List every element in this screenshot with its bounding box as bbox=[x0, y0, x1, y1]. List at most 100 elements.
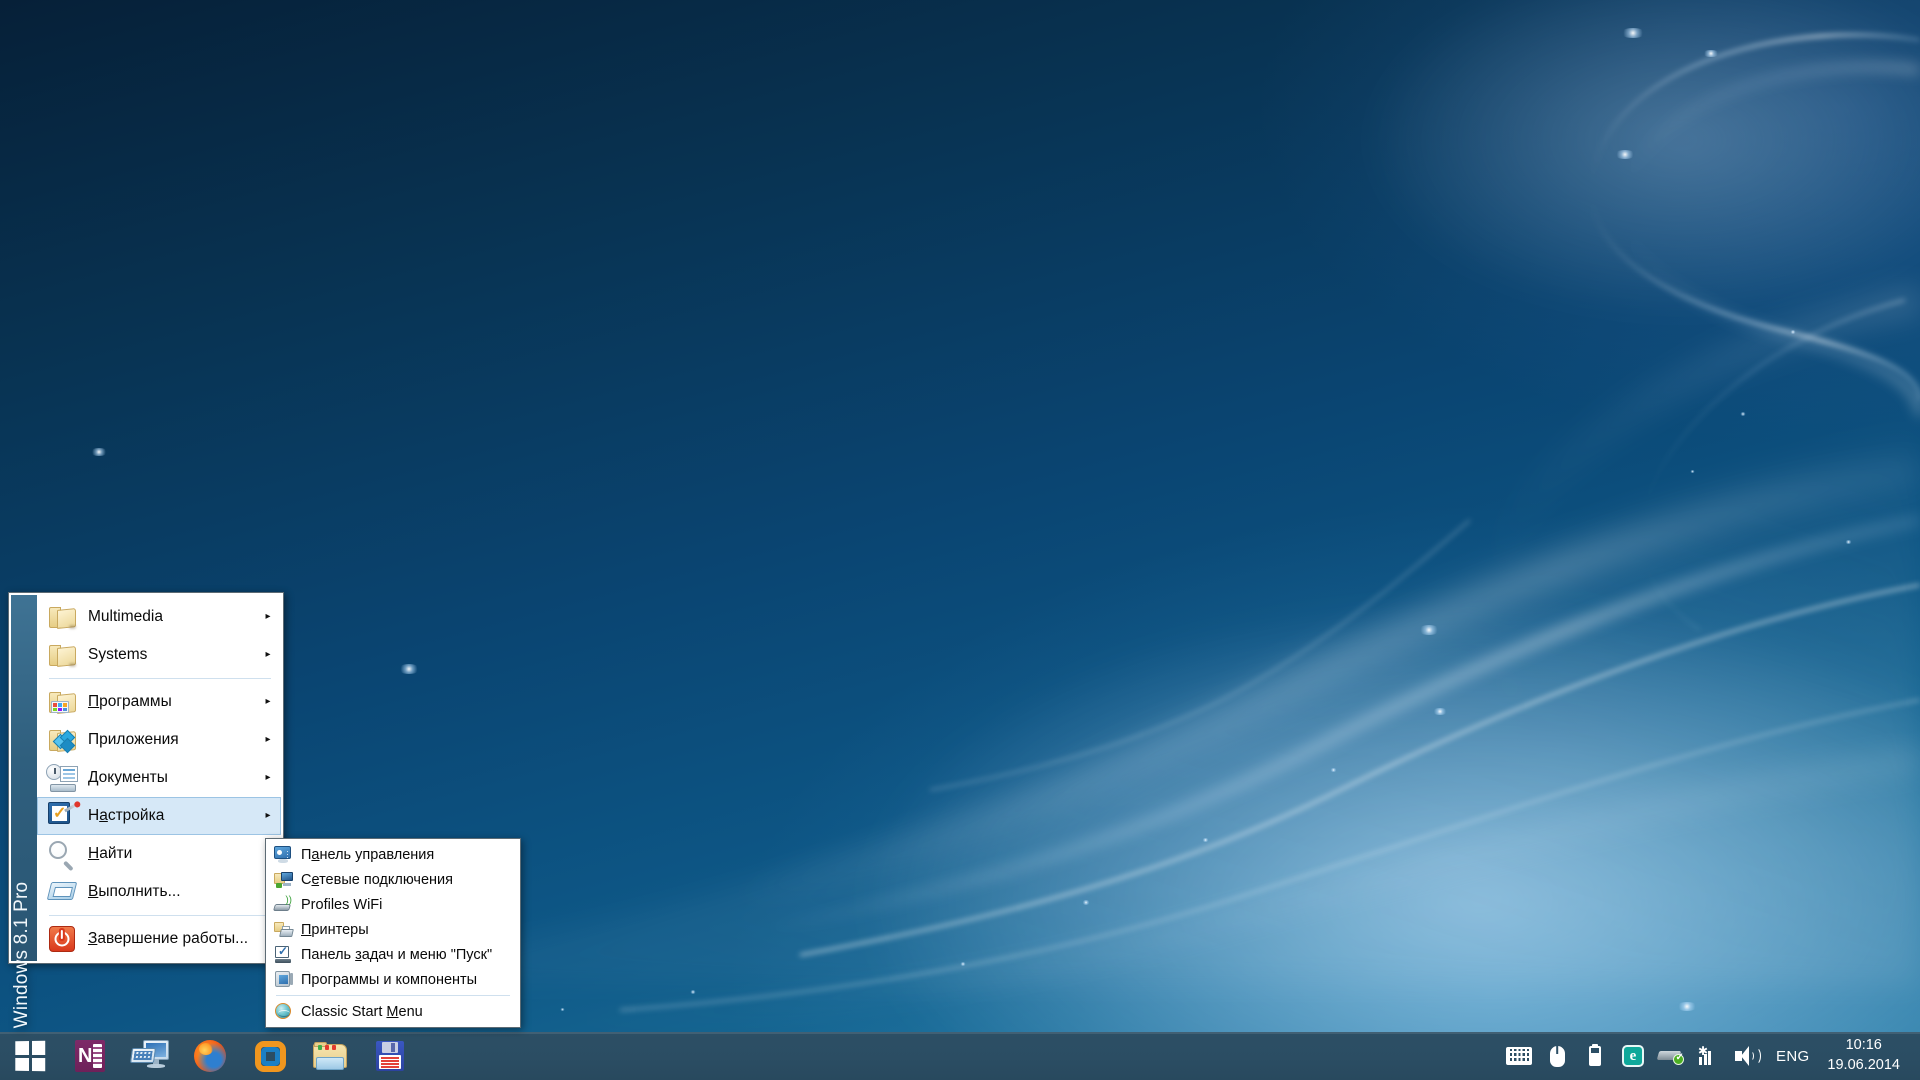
menu-separator bbox=[49, 915, 271, 916]
sparkle bbox=[1845, 540, 1852, 544]
sparkle bbox=[560, 1008, 565, 1011]
submenu-item-programs-features[interactable]: Программы и компоненты bbox=[268, 967, 518, 992]
sparkle bbox=[1790, 330, 1796, 334]
start-menu-item-systems[interactable]: Systems ▸ bbox=[37, 636, 281, 674]
sparkle bbox=[90, 448, 108, 456]
system-tray: e ✱ ENG 10:16 19.06.2014 bbox=[1500, 1032, 1920, 1080]
classic-start-menu[interactable]: Windows 8.1 Pro Multimedia ▸ Systems ▸ П… bbox=[8, 592, 284, 1028]
keyboard-icon bbox=[1506, 1047, 1533, 1065]
sparkle bbox=[690, 990, 696, 994]
sparkle bbox=[960, 962, 966, 966]
volume-icon bbox=[1735, 1046, 1762, 1066]
submenu-arrow-icon: ▸ bbox=[265, 696, 271, 707]
sparkle bbox=[398, 664, 420, 674]
usb-tray-button[interactable] bbox=[1652, 1032, 1690, 1080]
menu-separator bbox=[49, 678, 271, 679]
power-shutdown-icon bbox=[46, 923, 78, 955]
start-menu-item-label: Найти bbox=[88, 845, 133, 862]
mouse-tray-button[interactable] bbox=[1538, 1032, 1576, 1080]
search-magnifier-icon bbox=[46, 838, 78, 871]
language-indicator[interactable]: ENG bbox=[1766, 1048, 1819, 1065]
signal-strength-icon: ✱ bbox=[1698, 1045, 1719, 1065]
start-menu-item-label: Завершение работы... bbox=[88, 930, 249, 947]
save-button[interactable] bbox=[360, 1032, 420, 1080]
submenu-item-label: Profiles WiFi bbox=[301, 896, 383, 913]
sparkle bbox=[1690, 470, 1695, 473]
run-dialog-icon bbox=[46, 876, 78, 908]
submenu-item-label: Classic Start Menu bbox=[301, 1003, 423, 1020]
sparkle bbox=[1702, 50, 1720, 57]
settings-submenu[interactable]: Панель управления Сетевые подключения ))… bbox=[265, 838, 521, 1028]
firefox-icon bbox=[194, 1040, 226, 1072]
start-menu-item-apps[interactable]: Приложения ▸ bbox=[37, 721, 281, 759]
usb-device-icon bbox=[1656, 1047, 1685, 1065]
submenu-item-control-panel[interactable]: Панель управления bbox=[268, 842, 518, 867]
start-menu-sidebar: Windows 8.1 Pro bbox=[11, 595, 37, 1028]
mouse-icon bbox=[1549, 1045, 1565, 1067]
folder-icon bbox=[46, 601, 78, 633]
submenu-item-printers[interactable]: Принтеры bbox=[268, 917, 518, 942]
submenu-arrow-icon: ▸ bbox=[265, 772, 271, 783]
start-menu-item-run[interactable]: Выполнить... bbox=[37, 873, 281, 911]
submenu-item-label: Панель задач и меню "Пуск" bbox=[301, 946, 493, 963]
remote-desktop-button[interactable] bbox=[120, 1032, 180, 1080]
eset-tray-button[interactable]: e bbox=[1614, 1032, 1652, 1080]
network-connections-icon bbox=[274, 870, 293, 889]
explorer-button[interactable] bbox=[300, 1032, 360, 1080]
battery-tray-button[interactable] bbox=[1576, 1032, 1614, 1080]
start-button[interactable] bbox=[0, 1032, 60, 1080]
start-menu-item-find[interactable]: Найти ▸ bbox=[37, 835, 281, 873]
clock-time: 10:16 bbox=[1845, 1037, 1882, 1054]
start-menu-item-programs[interactable]: Программы ▸ bbox=[37, 683, 281, 721]
folder-icon bbox=[46, 639, 78, 671]
wifi-profiles-icon: )) bbox=[272, 895, 293, 914]
start-menu-item-settings[interactable]: ✓ Настройка ▸ bbox=[37, 797, 281, 835]
taskbar-start-menu-icon bbox=[274, 944, 293, 964]
firefox-button[interactable] bbox=[180, 1032, 240, 1080]
start-menu-item-label: Настройка bbox=[88, 807, 165, 824]
submenu-arrow-icon: ▸ bbox=[265, 611, 271, 622]
start-menu-item-documents[interactable]: Документы ▸ bbox=[37, 759, 281, 797]
submenu-item-label: Принтеры bbox=[301, 921, 369, 938]
sparkle bbox=[1740, 412, 1746, 416]
eset-icon: e bbox=[1622, 1045, 1645, 1067]
start-menu-panel: Windows 8.1 Pro Multimedia ▸ Systems ▸ П… bbox=[8, 592, 284, 1028]
sidebar-os-label: Windows 8.1 Pro bbox=[11, 881, 32, 1029]
remote-desktop-icon bbox=[129, 1040, 169, 1072]
submenu-item-classic-start-menu[interactable]: Classic Start Menu bbox=[268, 999, 518, 1024]
start-menu-item-label: Systems bbox=[88, 646, 148, 663]
volume-tray-button[interactable] bbox=[1728, 1032, 1766, 1080]
keyboard-tray-button[interactable] bbox=[1500, 1032, 1538, 1080]
programs-features-icon bbox=[274, 970, 293, 989]
submenu-item-label: Панель управления bbox=[301, 846, 435, 863]
submenu-arrow-icon: ▸ bbox=[265, 649, 271, 660]
start-menu-item-multimedia[interactable]: Multimedia ▸ bbox=[37, 598, 281, 636]
vmware-button[interactable] bbox=[240, 1032, 300, 1080]
windows-logo-icon bbox=[15, 1040, 46, 1072]
start-menu-item-label: Документы bbox=[88, 769, 168, 786]
floppy-disk-icon bbox=[376, 1041, 404, 1071]
sparkle bbox=[1432, 708, 1448, 715]
clock[interactable]: 10:16 19.06.2014 bbox=[1819, 1036, 1914, 1075]
start-menu-item-label: Выполнить... bbox=[88, 883, 181, 900]
submenu-item-taskbar-start-menu[interactable]: Панель задач и меню "Пуск" bbox=[268, 942, 518, 967]
printers-icon bbox=[274, 920, 294, 939]
onenote-button[interactable]: N bbox=[60, 1032, 120, 1080]
desktop[interactable]: Windows 8.1 Pro Multimedia ▸ Systems ▸ П… bbox=[0, 0, 1920, 1080]
sparkle bbox=[1082, 900, 1090, 905]
classic-start-menu-icon bbox=[274, 1002, 293, 1021]
start-menu-item-shutdown[interactable]: Завершение работы... ▸ bbox=[37, 920, 281, 958]
settings-icon: ✓ bbox=[46, 800, 78, 832]
network-tray-button[interactable]: ✱ bbox=[1690, 1032, 1728, 1080]
file-explorer-icon bbox=[313, 1042, 347, 1070]
sparkle bbox=[1676, 1002, 1698, 1011]
recent-documents-icon bbox=[46, 762, 78, 794]
submenu-item-wifi-profiles[interactable]: )) Profiles WiFi bbox=[268, 892, 518, 917]
start-menu-item-label: Multimedia bbox=[88, 608, 163, 625]
sparkle bbox=[1614, 150, 1636, 159]
taskbar[interactable]: N e ✓ ✱ ENG 10:16 19.06.2014 bbox=[0, 1032, 1920, 1080]
onenote-icon: N bbox=[75, 1040, 105, 1072]
submenu-item-network-connections[interactable]: Сетевые подключения bbox=[268, 867, 518, 892]
submenu-item-label: Программы и компоненты bbox=[301, 971, 478, 988]
submenu-item-label: Сетевые подключения bbox=[301, 871, 453, 888]
